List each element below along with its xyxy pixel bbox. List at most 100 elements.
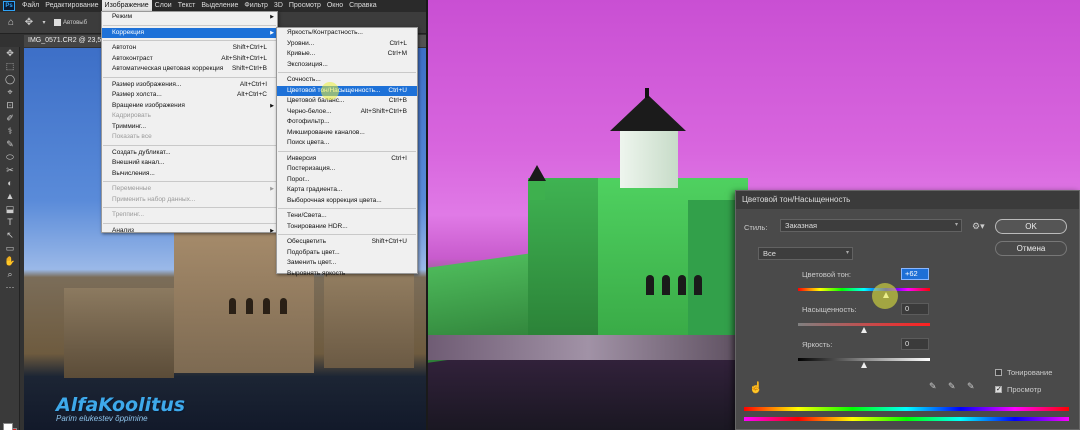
colorize-checkbox[interactable] xyxy=(995,369,1002,376)
menu-item[interactable]: Размер холста... Alt+Ctrl+C xyxy=(102,90,277,101)
menu-item-label: Автоконтраст xyxy=(112,54,153,62)
more-tool-icon[interactable]: ⋯ xyxy=(0,281,20,294)
menu-item-0[interactable]: Файл xyxy=(19,0,42,12)
move-tool-icon[interactable]: ✥ xyxy=(0,47,20,60)
cancel-button[interactable]: Отмена xyxy=(995,241,1067,256)
lasso-tool-icon[interactable]: ◯ xyxy=(0,73,20,86)
eyedropper-plus-icon[interactable]: ✎ xyxy=(948,381,956,392)
menu-item[interactable]: Инверсия Ctrl+I xyxy=(277,154,417,165)
ok-button[interactable]: OK xyxy=(995,219,1067,234)
channel-select-value: Все xyxy=(763,249,776,258)
marquee-tool-icon[interactable]: ⬚ xyxy=(0,60,20,73)
menu-item[interactable]: Экспозиция... xyxy=(277,60,417,71)
menu-item[interactable]: Размер изображения... Alt+Ctrl+I xyxy=(102,80,277,91)
menu-item-label: Фотофильтр... xyxy=(287,118,330,125)
menu-item-label: Автотон xyxy=(112,44,137,51)
saturation-label: Насыщенность: xyxy=(802,305,857,314)
menu-item[interactable]: Черно-белое... Alt+Shift+Ctrl+B xyxy=(277,107,417,118)
menu-item[interactable]: Автоматическая цветовая коррекция Shift+C… xyxy=(102,64,277,75)
menu-item[interactable]: Заменить цвет... xyxy=(277,258,417,269)
history-brush-tool-icon[interactable]: ✂ xyxy=(0,164,20,177)
healing-tool-icon[interactable]: ⚕ xyxy=(0,125,20,138)
menu-item[interactable]: Коррекция ▶ xyxy=(102,27,277,38)
menu-item[interactable]: Автотон Shift+Ctrl+L xyxy=(102,43,277,54)
menu-item[interactable]: Порог... xyxy=(277,175,417,186)
menu-item[interactable]: Обесцветить Shift+Ctrl+U xyxy=(277,237,417,248)
castle-window xyxy=(694,275,702,295)
dodge-tool-icon[interactable]: ⬓ xyxy=(0,203,20,216)
menu-item[interactable]: Режим ▶ xyxy=(102,12,277,23)
hand-adjust-icon[interactable]: ☝ xyxy=(749,381,763,394)
menu-item[interactable]: Постеризация... xyxy=(277,164,417,175)
home-icon[interactable]: ⌂ xyxy=(4,16,18,30)
menu-item[interactable]: Внешний канал... xyxy=(102,158,277,169)
chevron-down-icon[interactable]: ▾ xyxy=(40,16,48,30)
saturation-slider-track[interactable] xyxy=(798,323,930,326)
menu-item[interactable]: Вращение изображения ▶ xyxy=(102,101,277,112)
menu-item[interactable]: Карта градиента... xyxy=(277,185,417,196)
menu-item-10[interactable]: Справка xyxy=(346,0,379,12)
lightness-slider-thumb[interactable] xyxy=(860,362,867,368)
quick-select-tool-icon[interactable]: ⌖ xyxy=(0,86,20,99)
menu-item[interactable]: Сочность... xyxy=(277,75,417,86)
menu-item[interactable]: Выборочная коррекция цвета... xyxy=(277,196,417,207)
menu-item[interactable]: Анализ ▶ xyxy=(102,226,277,237)
menu-item[interactable]: Тонирование HDR... xyxy=(277,222,417,233)
autoselect-label: Автовыб xyxy=(63,19,88,26)
move-tool-icon[interactable]: ✥ xyxy=(22,16,36,30)
menu-item[interactable]: Вычисления... xyxy=(102,169,277,180)
menu-item[interactable]: Выровнять яркость xyxy=(277,269,417,280)
menu-item-label: Режим xyxy=(112,13,133,20)
menu-item[interactable]: Яркость/Контрастность... xyxy=(277,28,417,39)
menu-item[interactable]: Кривые... Ctrl+M xyxy=(277,49,417,60)
eyedropper-icon[interactable]: ✎ xyxy=(929,381,937,392)
lightness-slider-track[interactable] xyxy=(798,358,930,361)
crop-tool-icon[interactable]: ⊡ xyxy=(0,99,20,112)
menu-item[interactable]: Создать дубликат... xyxy=(102,148,277,159)
menu-item[interactable]: Цветовой баланс... Ctrl+B xyxy=(277,96,417,107)
menu-item[interactable]: Уровни... Ctrl+L xyxy=(277,39,417,50)
menu-item[interactable]: Поиск цвета... xyxy=(277,138,417,149)
foreground-color-swatch[interactable] xyxy=(3,423,13,430)
menu-item[interactable]: Тримминг... xyxy=(102,122,277,133)
zoom-tool-icon[interactable]: ⌕ xyxy=(0,268,20,281)
menu-item-1[interactable]: Редактирование xyxy=(42,0,101,12)
menu-item[interactable]: Микширование каналов... xyxy=(277,128,417,139)
menu-item[interactable]: Тени/Света... xyxy=(277,211,417,222)
menu-item-9[interactable]: Окно xyxy=(324,0,346,12)
eyedropper-tool-icon[interactable]: ✐ xyxy=(0,112,20,125)
autoselect-checkbox[interactable] xyxy=(54,19,61,26)
watermark: AlfaKoolitus Parim elukestev õppimine xyxy=(56,394,185,423)
menu-item-label: Яркость/Контрастность... xyxy=(287,29,363,36)
eyedropper-minus-icon[interactable]: ✎ xyxy=(967,381,975,392)
type-tool-icon[interactable]: T xyxy=(0,216,20,229)
menu-item-shortcut: Shift+Ctrl+L xyxy=(232,44,267,51)
preview-checkbox[interactable] xyxy=(995,385,1002,393)
stamp-tool-icon[interactable]: ⬭ xyxy=(0,151,20,164)
saturation-value-field[interactable]: 0 xyxy=(901,303,929,315)
channel-select[interactable]: Все ▾ xyxy=(758,247,853,260)
saturation-slider-thumb[interactable] xyxy=(860,327,867,333)
menu-item[interactable]: Подобрать цвет... xyxy=(277,248,417,259)
hue-saturation-dialog: Цветовой тон/Насыщенность Стиль: Заказна… xyxy=(735,190,1080,430)
path-select-tool-icon[interactable]: ↖ xyxy=(0,229,20,242)
menu-item[interactable]: Автоконтраст Alt+Shift+Ctrl+L xyxy=(102,54,277,65)
brush-tool-icon[interactable]: ✎ xyxy=(0,138,20,151)
menu-item-label: Автоматическая цветовая коррекция xyxy=(112,65,224,72)
style-select[interactable]: Заказная ▾ xyxy=(780,219,962,232)
eraser-tool-icon[interactable]: ◐ xyxy=(0,177,20,190)
hand-tool-icon[interactable]: ✋ xyxy=(0,255,20,268)
menu-item[interactable]: Фотофильтр... xyxy=(277,117,417,128)
shape-tool-icon[interactable]: ▭ xyxy=(0,242,20,255)
style-label: Стиль: xyxy=(744,223,768,232)
hue-value-field[interactable]: +62 xyxy=(901,268,929,280)
menu-item[interactable]: Цветовой тон/Насыщенность... Ctrl+U xyxy=(277,85,417,96)
hue-slider-track[interactable] xyxy=(798,288,930,291)
menu-item: Применить набор данных... xyxy=(102,195,277,206)
lightness-value-field[interactable]: 0 xyxy=(901,338,929,350)
gradient-tool-icon[interactable]: ▲ xyxy=(0,190,20,203)
menu-item-shortcut: Alt+Shift+Ctrl+L xyxy=(221,54,267,62)
menu-item-label: Треппинг... xyxy=(112,211,145,218)
gear-icon[interactable]: ⚙▾ xyxy=(972,221,985,232)
menu-item-8[interactable]: Просмотр xyxy=(286,0,324,12)
